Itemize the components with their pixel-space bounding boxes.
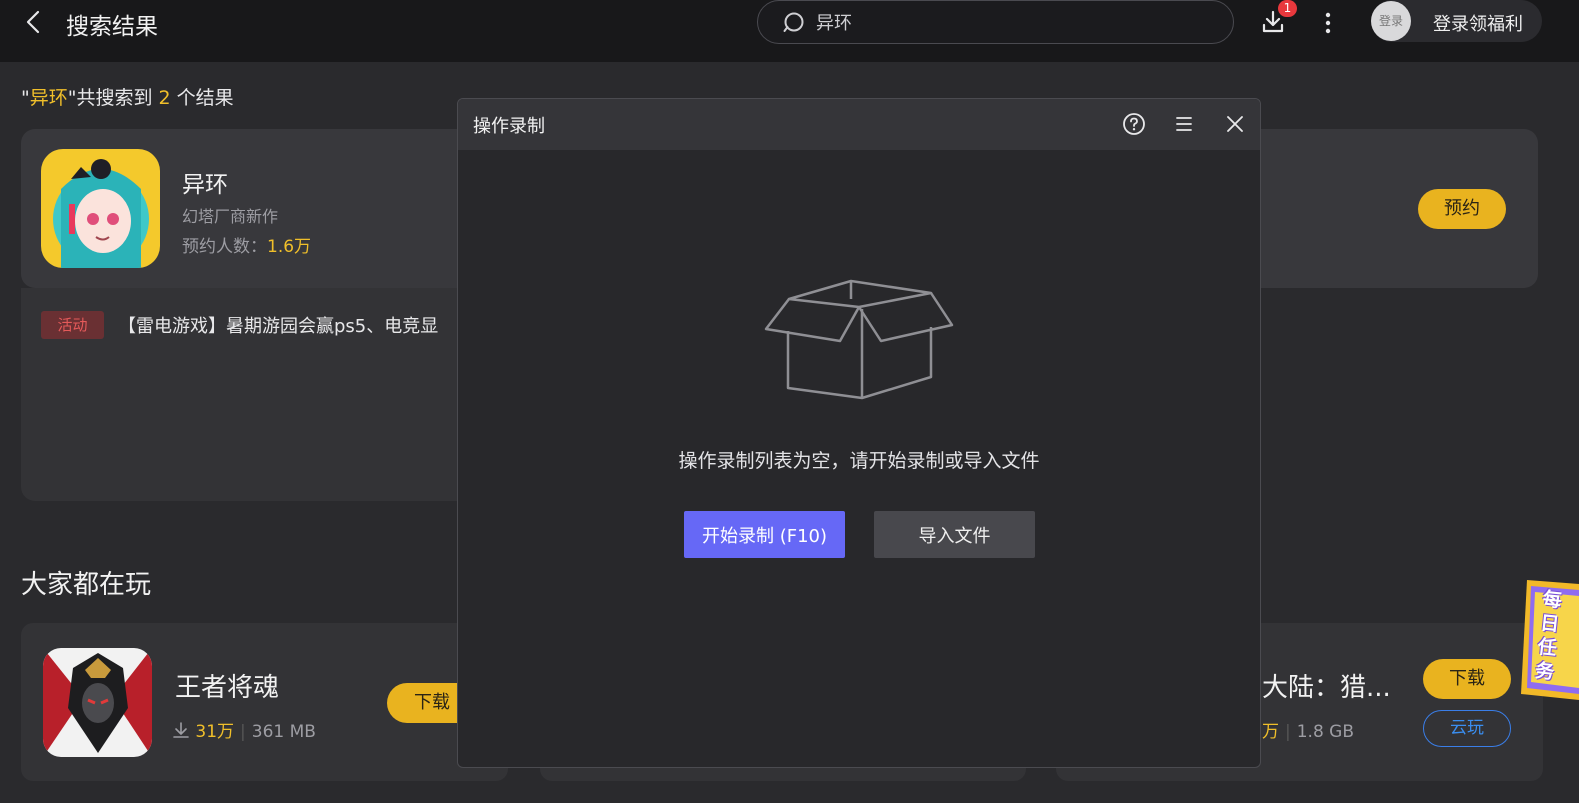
daily-task-badge[interactable]: 每日任务 [1517, 576, 1579, 704]
game-icon-wangzhe[interactable] [43, 648, 152, 757]
search-input[interactable] [816, 7, 1216, 37]
reserve-count: 预约人数：1.6万 [182, 237, 312, 257]
close-icon[interactable] [1224, 113, 1246, 135]
help-icon[interactable] [1122, 112, 1146, 136]
login-button[interactable]: 登录 登录领福利 [1371, 0, 1542, 42]
operation-record-dialog: 操作录制 操作录制列表为空，请开始录制或导入文件 开始录制 (F10) 导入文件 [457, 98, 1261, 768]
empty-state-message: 操作录制列表为空，请开始录制或导入文件 [678, 450, 1040, 472]
game-title[interactable]: 王者将魂 [175, 667, 279, 704]
search-box[interactable] [757, 0, 1234, 44]
game-meta: 万 | 1.8 GB [1262, 722, 1355, 742]
reserve-button[interactable]: 预约 [1418, 189, 1506, 229]
more-vertical-icon[interactable] [1317, 10, 1339, 36]
activity-badge: 活动 [41, 311, 104, 339]
activity-link[interactable]: 【雷电游戏】暑期游园会赢ps5、电竞显 [118, 312, 458, 338]
cloud-play-button[interactable]: 云玩 [1423, 710, 1511, 747]
empty-box-icon [761, 277, 956, 402]
download-count-badge: 1 [1278, 0, 1297, 17]
login-label: 登录领福利 [1433, 14, 1523, 35]
game-title[interactable]: 大陆：猎... [1262, 667, 1391, 704]
download-button[interactable]: 下载 [1423, 659, 1511, 699]
import-file-button[interactable]: 导入文件 [874, 511, 1035, 558]
game-icon-yihuan[interactable] [41, 149, 160, 268]
avatar: 登录 [1371, 1, 1411, 41]
top-bar: 搜索结果 1 登录 登录领福利 [0, 0, 1579, 62]
result-count: 2 [158, 87, 171, 109]
dialog-title: 操作录制 [473, 116, 545, 137]
download-count-icon [173, 722, 189, 738]
page-title: 搜索结果 [66, 14, 158, 40]
game-title[interactable]: 异环 [182, 165, 228, 199]
game-meta: 31万 | 361 MB [172, 717, 316, 742]
section-title-popular: 大家都在玩 [21, 570, 152, 600]
menu-icon[interactable] [1173, 114, 1195, 134]
back-arrow-icon[interactable] [20, 8, 48, 36]
dialog-header: 操作录制 [458, 99, 1260, 150]
search-keyword: 异环 [29, 87, 68, 109]
start-recording-button[interactable]: 开始录制 (F10) [684, 511, 845, 558]
result-summary: "异环"共搜索到 2 个结果 [21, 87, 234, 109]
search-icon [783, 12, 804, 32]
game-description: 幻塔厂商新作 [182, 207, 279, 226]
